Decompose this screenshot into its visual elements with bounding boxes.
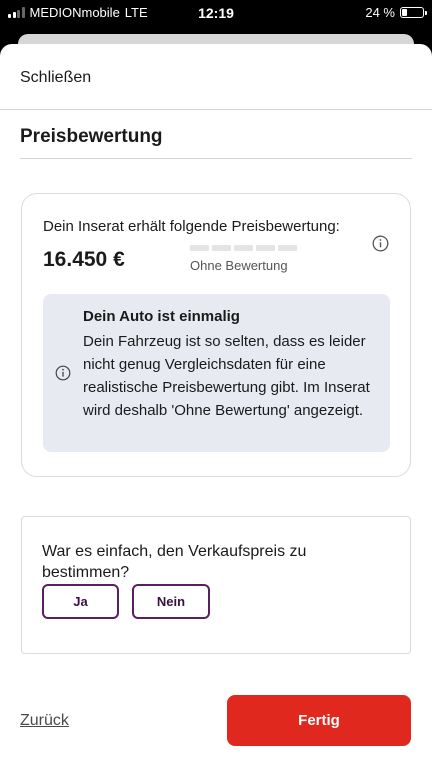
no-button[interactable]: Nein <box>132 584 210 619</box>
price-rating-card: Dein Inserat erhält folgende Preisbewert… <box>21 193 411 477</box>
info-text: Dein Fahrzeug ist so selten, dass es lei… <box>83 333 370 419</box>
price-value: 16.450 € <box>43 248 125 271</box>
status-right: 24 % <box>365 5 427 20</box>
back-link[interactable]: Zurück <box>20 712 69 730</box>
feedback-card: War es einfach, den Verkaufspreis zu bes… <box>21 516 411 654</box>
rating-scale <box>190 245 297 251</box>
yes-button[interactable]: Ja <box>42 584 119 619</box>
info-icon <box>55 365 71 381</box>
divider <box>20 158 412 159</box>
rating-label: Ohne Bewertung <box>190 258 288 273</box>
feedback-question: War es einfach, den Verkaufspreis zu bes… <box>42 543 307 581</box>
info-heading: Dein Auto ist einmalig <box>83 308 240 325</box>
modal-sheet: Schließen Preisbewertung Dein Inserat er… <box>0 44 432 768</box>
price-rating-intro: Dein Inserat erhält folgende Preisbewert… <box>43 218 340 235</box>
battery-percent: 24 % <box>365 5 395 20</box>
battery-icon <box>400 7 427 18</box>
info-box: Dein Auto ist einmalig Dein Fahrzeug ist… <box>43 294 390 452</box>
status-bar: MEDIONmobile LTE 12:19 24 % <box>0 0 432 26</box>
done-button[interactable]: Fertig <box>227 695 411 746</box>
sheet-header: Schließen <box>0 44 432 110</box>
page-title: Preisbewertung <box>20 126 163 147</box>
info-icon[interactable] <box>372 235 389 252</box>
close-button[interactable]: Schließen <box>20 69 91 87</box>
